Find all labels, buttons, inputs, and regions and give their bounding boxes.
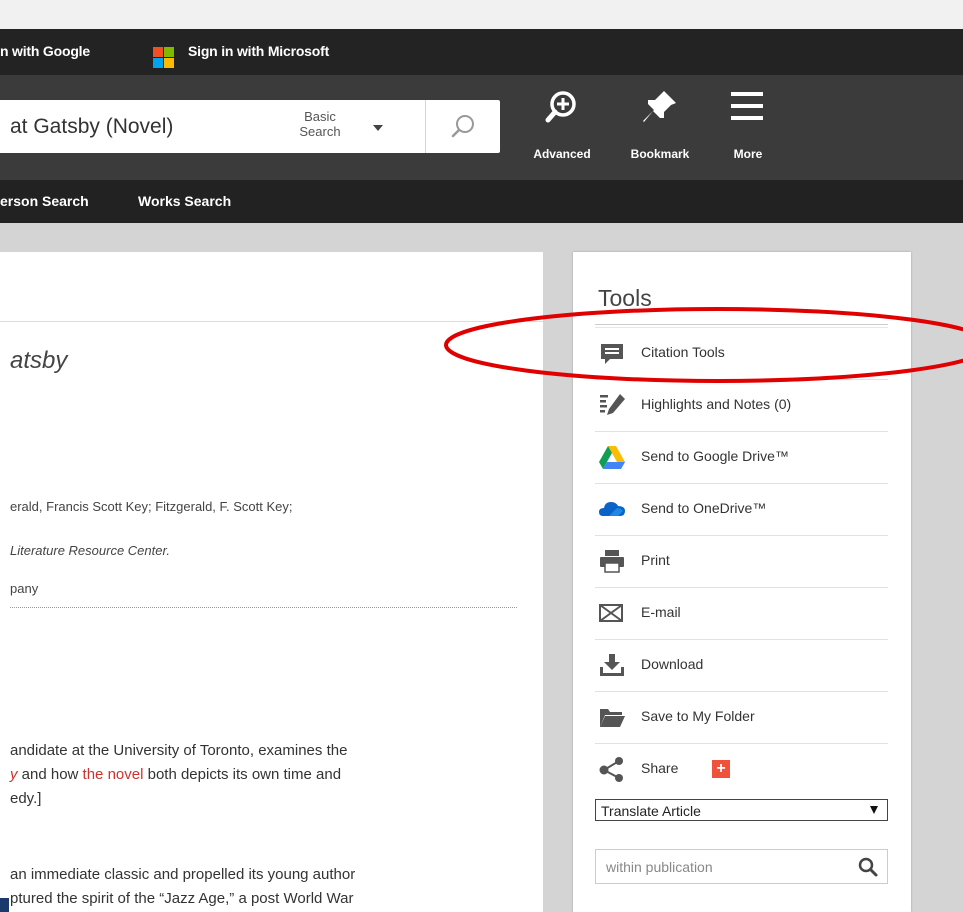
tool-label: Share	[641, 760, 679, 776]
tool-print[interactable]: Print	[595, 536, 888, 588]
pushpin-icon	[643, 91, 676, 122]
tools-heading: Tools	[598, 285, 652, 311]
tools-panel: Tools Citation Tools Highlights and Note…	[573, 252, 911, 912]
paragraph-text: both depicts its own time and	[143, 766, 342, 783]
paragraph-line: andidate at the University of Toronto, e…	[10, 742, 348, 759]
article-publisher-line: pany	[10, 581, 39, 596]
download-icon	[600, 654, 624, 676]
tool-citation-tools[interactable]: Citation Tools	[595, 328, 888, 380]
folder-icon	[600, 709, 625, 727]
search-icon[interactable]	[858, 857, 878, 877]
more-label: More	[733, 147, 763, 161]
hamburger-menu-icon	[731, 92, 763, 120]
paragraph-text: and how	[17, 766, 83, 783]
search-mode-line2: Search	[299, 124, 341, 139]
sign-in-google-link[interactable]: n with Google	[0, 43, 90, 59]
article-source-line: Literature Resource Center.	[10, 543, 170, 558]
tool-send-google-drive[interactable]: Send to Google Drive™	[595, 432, 888, 484]
nav-works-search[interactable]: Works Search	[138, 193, 231, 209]
bookmark-button[interactable]: Bookmark	[620, 75, 700, 180]
novel-link[interactable]: the novel	[83, 766, 144, 783]
advanced-search-button[interactable]: Advanced	[522, 75, 602, 180]
highlight-pen-icon	[600, 394, 625, 415]
article-title: atsby	[10, 347, 68, 374]
zoom-in-icon	[545, 91, 576, 123]
tool-label: Send to Google Drive™	[641, 448, 789, 464]
article-paragraph-1: andidate at the University of Toronto, e…	[10, 739, 347, 811]
within-publication-search	[595, 849, 888, 884]
paragraph-line: edy.]	[10, 790, 42, 807]
bookmark-label: Bookmark	[630, 147, 690, 161]
translate-article-select[interactable]: Translate Article	[595, 799, 888, 821]
tool-highlights-notes[interactable]: Highlights and Notes (0)	[595, 380, 888, 432]
search-bar: at Gatsby (Novel) Basic Search Advanced …	[0, 75, 963, 180]
onedrive-icon	[599, 502, 625, 516]
citation-icon	[601, 344, 623, 364]
article-author-line: erald, Francis Scott Key; Fitzgerald, F.…	[10, 499, 293, 514]
paragraph-line: ptured the spirit of the “Jazz Age,” a p…	[10, 890, 354, 907]
more-menu-button[interactable]: More	[710, 75, 786, 180]
paragraph-line: y and how the novel both depicts its own…	[10, 763, 347, 787]
printer-icon	[600, 550, 624, 573]
email-icon	[599, 604, 623, 622]
article-paragraph-2: an immediate classic and propelled its y…	[10, 863, 355, 911]
tool-email[interactable]: E-mail	[595, 588, 888, 640]
tool-label: Download	[641, 656, 704, 672]
corner-marker	[0, 898, 9, 912]
search-mode-line1: Basic	[304, 109, 336, 124]
share-icon	[599, 757, 623, 782]
sign-in-microsoft-link[interactable]: Sign in with Microsoft	[188, 43, 329, 59]
chevron-down-icon[interactable]	[373, 125, 383, 131]
search-button[interactable]	[426, 100, 500, 153]
tools-heading-rule	[595, 324, 888, 325]
tool-label: Save to My Folder	[641, 708, 755, 724]
tool-label: Citation Tools	[641, 344, 725, 360]
paragraph-line: an immediate classic and propelled its y…	[10, 866, 356, 883]
tool-label: Send to OneDrive™	[641, 500, 767, 516]
article-dotted-divider	[10, 607, 517, 608]
search-icon	[451, 115, 474, 138]
search-box: at Gatsby (Novel) Basic Search	[0, 100, 500, 153]
tool-save-folder[interactable]: Save to My Folder	[595, 692, 888, 744]
dropdown-arrow-icon	[870, 806, 878, 814]
microsoft-logo-icon[interactable]	[153, 47, 174, 68]
translate-label: Translate Article	[601, 803, 701, 819]
tool-label: Highlights and Notes (0)	[641, 396, 792, 412]
search-mode-dropdown[interactable]: Basic Search	[291, 109, 349, 139]
tool-label: Print	[641, 552, 670, 568]
tool-share[interactable]: Share +	[595, 744, 888, 795]
article-divider	[0, 321, 543, 322]
share-plus-button[interactable]: +	[712, 760, 730, 778]
advanced-label: Advanced	[533, 147, 591, 161]
tool-label: E-mail	[641, 604, 681, 620]
tool-send-onedrive[interactable]: Send to OneDrive™	[595, 484, 888, 536]
search-input[interactable]: at Gatsby (Novel)	[10, 115, 173, 139]
article-panel: atsby erald, Francis Scott Key; Fitzgera…	[0, 252, 543, 912]
tool-download[interactable]: Download	[595, 640, 888, 692]
signin-bar: n with Google Sign in with Microsoft	[0, 29, 963, 75]
google-drive-icon	[599, 446, 625, 469]
title-link[interactable]: y	[10, 766, 18, 783]
nav-person-search[interactable]: erson Search	[0, 193, 89, 209]
browser-top-strip	[0, 0, 963, 29]
within-publication-input[interactable]	[604, 856, 838, 878]
secondary-nav: erson Search Works Search	[0, 180, 963, 223]
